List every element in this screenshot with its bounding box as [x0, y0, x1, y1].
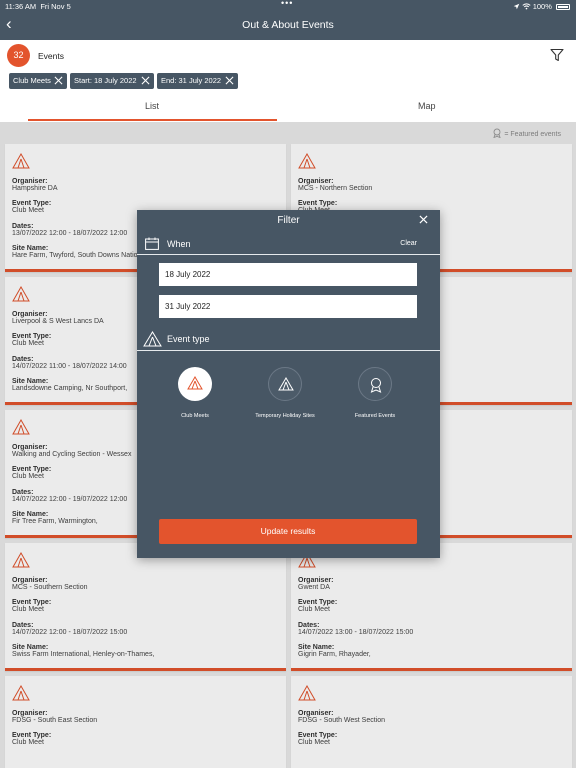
- event-type-title: Event type: [167, 334, 210, 344]
- tent-icon: [187, 376, 203, 390]
- type-featured-events-button[interactable]: [358, 367, 392, 401]
- chip-end-date[interactable]: End: 31 July 2022: [157, 73, 238, 89]
- type-label: Featured Events: [354, 413, 396, 419]
- filter-title: Filter: [277, 215, 300, 226]
- divider: [137, 350, 440, 351]
- chip-label: Start: 18 July 2022: [74, 76, 137, 85]
- status-bar: 11:36 AM Fri Nov 5 ••• 100%: [0, 0, 576, 12]
- award-icon: [370, 378, 382, 393]
- update-results-button[interactable]: Update results: [159, 519, 417, 544]
- wifi-icon: [522, 3, 531, 10]
- location-icon: [513, 3, 519, 10]
- type-label: Club Meets: [181, 413, 209, 419]
- tent-icon: [278, 377, 294, 391]
- chip-start-date[interactable]: Start: 18 July 2022: [70, 73, 154, 89]
- close-icon[interactable]: [225, 76, 234, 85]
- calendar-icon: [145, 237, 159, 250]
- clear-button[interactable]: Clear: [400, 240, 417, 247]
- event-count-badge: 32: [7, 44, 30, 67]
- chip-label: Club Meets: [13, 76, 51, 85]
- close-icon[interactable]: [54, 76, 63, 85]
- chip-label: End: 31 July 2022: [161, 76, 222, 85]
- nav-bar: ‹ Out & About Events: [0, 12, 576, 40]
- battery-icon: [556, 4, 570, 10]
- start-date-field[interactable]: 18 July 2022: [159, 263, 417, 286]
- nav-title: Out & About Events: [242, 19, 334, 31]
- end-date-field[interactable]: 31 July 2022: [159, 295, 417, 318]
- close-icon[interactable]: [141, 76, 150, 85]
- type-club-meets-button[interactable]: [178, 367, 212, 401]
- filter-icon[interactable]: [550, 48, 564, 62]
- tab-list[interactable]: List: [145, 101, 159, 111]
- type-label: Temporary Holiday Sites: [255, 413, 315, 419]
- chip-club-meets[interactable]: Club Meets: [9, 73, 67, 89]
- multitasking-dots-icon[interactable]: •••: [281, 0, 293, 8]
- status-time: 11:36 AM Fri Nov 5: [5, 2, 71, 11]
- filter-modal: Filter When Clear 18 July 2022 31 July 2…: [137, 210, 440, 558]
- close-icon[interactable]: [419, 215, 428, 224]
- divider: [137, 254, 440, 255]
- events-title: Events: [38, 51, 64, 61]
- tent-icon: [143, 331, 162, 347]
- status-right: 100%: [513, 2, 570, 11]
- battery-percent: 100%: [532, 2, 552, 11]
- when-title: When: [167, 239, 191, 249]
- active-tab-indicator: [28, 119, 277, 121]
- type-temporary-holiday-sites-button[interactable]: [268, 367, 302, 401]
- tab-map[interactable]: Map: [418, 101, 436, 111]
